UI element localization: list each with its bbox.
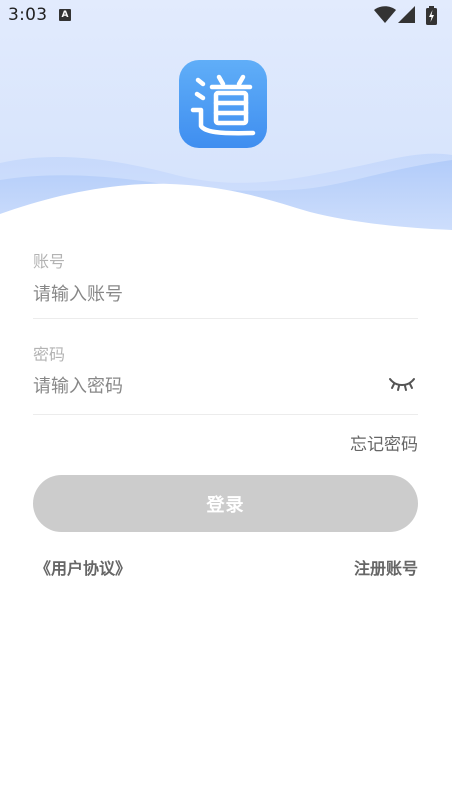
password-divider	[33, 414, 418, 415]
forgot-password-link[interactable]: 忘记密码	[350, 430, 418, 455]
user-agreement-link[interactable]: 《用户协议》	[35, 555, 131, 579]
account-divider	[33, 318, 418, 319]
login-screen: 3:03 A 账号 请输入账号 密码 忘记密码 登录 《用户协议》 注册账号	[0, 0, 452, 805]
status-time: 3:03	[8, 5, 48, 25]
login-button[interactable]: 登录	[33, 475, 418, 532]
register-account-link[interactable]: 注册账号	[354, 555, 418, 579]
status-icons	[374, 6, 444, 26]
account-input[interactable]	[33, 278, 378, 310]
account-label: 账号	[33, 252, 66, 271]
a-notification-icon: A	[59, 9, 71, 21]
password-label: 密码	[33, 345, 66, 364]
battery-charging-icon	[426, 6, 437, 25]
password-input[interactable]	[33, 370, 378, 402]
status-bar: 3:03 A	[0, 0, 452, 32]
cellular-signal-icon	[398, 6, 415, 23]
eye-closed-icon[interactable]	[388, 374, 416, 394]
wifi-icon	[374, 6, 396, 23]
app-logo-icon	[179, 60, 267, 148]
